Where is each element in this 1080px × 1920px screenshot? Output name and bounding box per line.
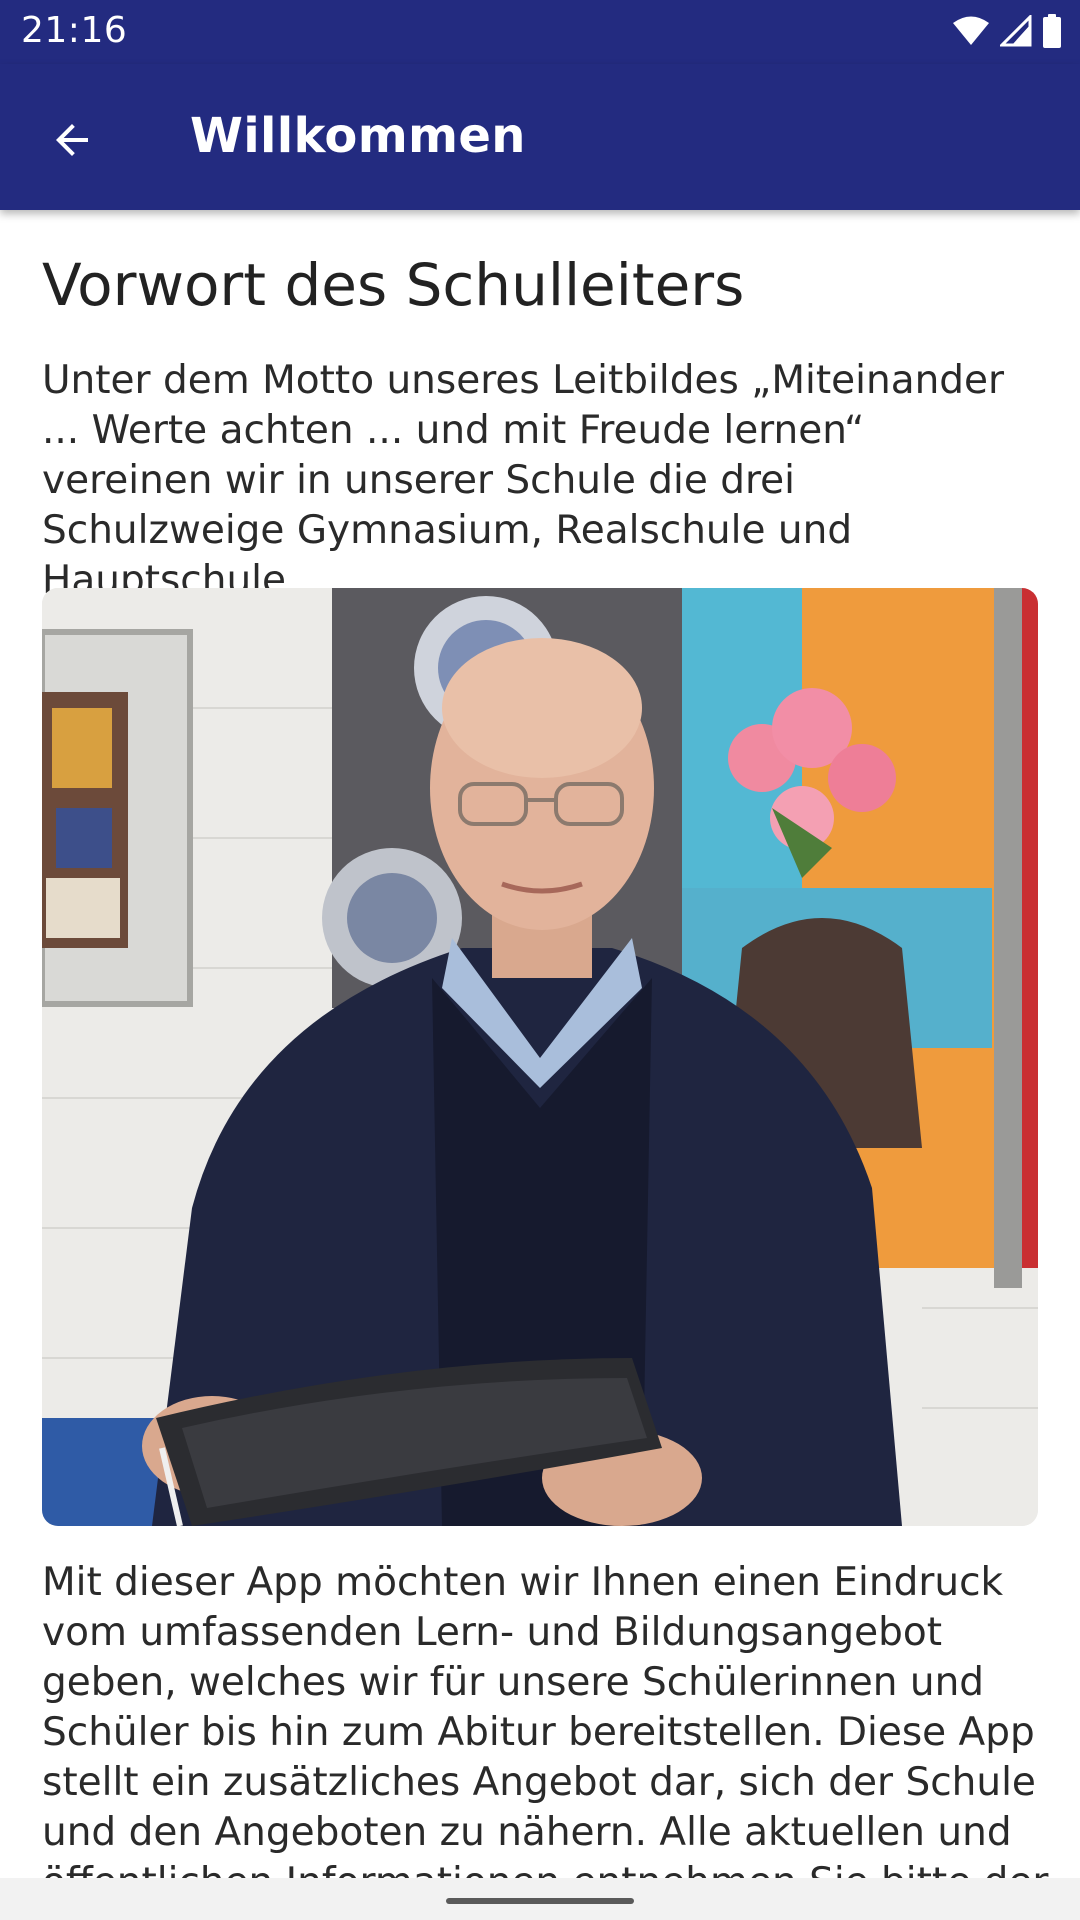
- status-icons: [952, 14, 1062, 48]
- status-bar: 21:16: [0, 0, 1080, 64]
- status-time: 21:16: [21, 10, 128, 51]
- section-heading: Vorwort des Schulleiters: [42, 251, 745, 319]
- navigation-bar: [0, 1878, 1080, 1920]
- back-button[interactable]: [34, 102, 110, 178]
- home-indicator[interactable]: [446, 1898, 634, 1904]
- intro-paragraph: Unter dem Motto unseres Leitbildes „Mite…: [42, 358, 1005, 603]
- battery-icon: [1043, 14, 1061, 48]
- content-scroll-area[interactable]: Vorwort des Schulleiters Unter dem Motto…: [0, 210, 1080, 1878]
- page-title: Willkommen: [190, 108, 526, 164]
- portrait-photo: [42, 588, 1038, 1526]
- cell-signal-icon: [1000, 15, 1032, 47]
- app-bar: Willkommen: [0, 64, 1080, 210]
- arrow-back-icon: [56, 124, 88, 156]
- wifi-icon: [953, 16, 989, 45]
- body-paragraph: Mit dieser App möchten wir Ihnen einen E…: [42, 1560, 1048, 1878]
